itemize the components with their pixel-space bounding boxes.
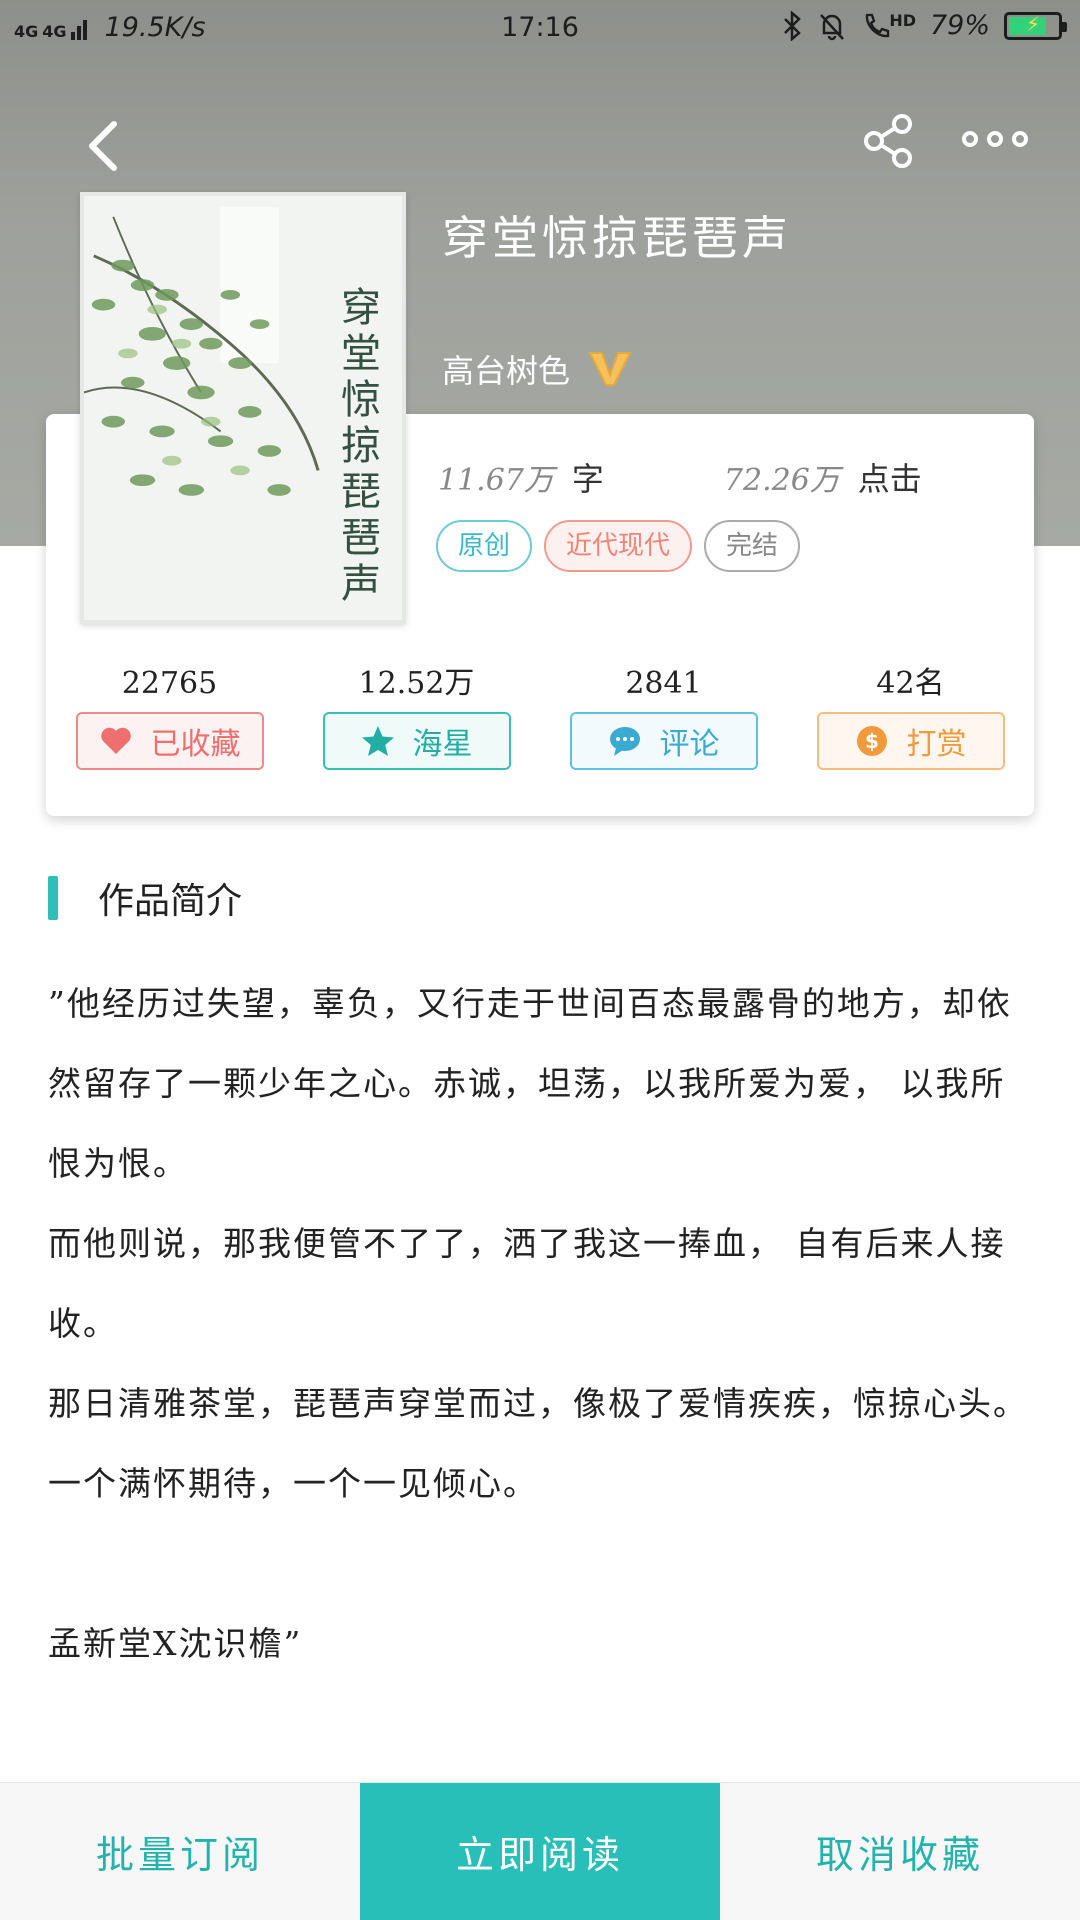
read-now-button[interactable]: 立即阅读 bbox=[360, 1783, 720, 1920]
favorite-label: 已收藏 bbox=[150, 727, 241, 762]
intro-paragraph: 而他则说，那我便管不了了，洒了我这一捧血， 自有后来人接收。 bbox=[48, 1224, 1006, 1343]
reward-label: 打赏 bbox=[906, 727, 967, 762]
comment-action: 2841 评论 bbox=[540, 664, 787, 770]
intro-section-header: 作品简介 bbox=[48, 872, 242, 924]
bluetooth-icon bbox=[784, 10, 802, 41]
clock: 17:16 bbox=[501, 12, 579, 43]
tag-list: 原创 近代现代 完结 bbox=[436, 520, 801, 572]
tag-status: 完结 bbox=[704, 520, 801, 572]
favorite-button[interactable]: 已收藏 bbox=[75, 712, 264, 770]
action-row: 22765 已收藏 12.52万 海星 2841 评论 42名 $ 打赏 bbox=[46, 664, 1034, 770]
word-count-unit: 字 bbox=[571, 460, 604, 498]
cancel-favorite-button[interactable]: 取消收藏 bbox=[720, 1783, 1080, 1920]
starfish-action: 12.52万 海星 bbox=[293, 664, 540, 770]
book-cover[interactable]: 穿堂惊掠琵琶声 bbox=[80, 192, 406, 624]
back-arrow-icon[interactable] bbox=[78, 116, 134, 176]
bottom-action-bar: 批量订阅 立即阅读 取消收藏 bbox=[0, 1782, 1080, 1920]
batch-subscribe-button[interactable]: 批量订阅 bbox=[0, 1783, 360, 1920]
reward-action: 42名 $ 打赏 bbox=[787, 664, 1034, 770]
battery-icon: ⚡ bbox=[1004, 11, 1067, 40]
reward-button[interactable]: $ 打赏 bbox=[816, 712, 1005, 770]
heart-icon bbox=[100, 727, 131, 754]
intro-spacer bbox=[48, 1524, 1028, 1604]
starfish-button[interactable]: 海星 bbox=[322, 712, 511, 770]
cover-title-text: 穿堂惊掠琵琶声 bbox=[334, 286, 380, 608]
starfish-count: 12.52万 bbox=[358, 666, 475, 701]
book-title: 穿堂惊掠琵琶声 bbox=[442, 211, 792, 265]
reward-rank: 42名 bbox=[876, 666, 945, 701]
intro-heading: 作品简介 bbox=[98, 881, 243, 922]
bell-muted-icon bbox=[820, 13, 845, 40]
hd-label: HD bbox=[889, 11, 916, 30]
intro-paragraph: 一个满怀期待，一个一见倾心。 bbox=[48, 1464, 538, 1503]
comment-button[interactable]: 评论 bbox=[569, 712, 758, 770]
starfish-label: 海星 bbox=[412, 727, 473, 762]
click-count-unit: 点击 bbox=[857, 460, 922, 498]
battery-percent: 79% bbox=[929, 10, 990, 41]
comment-label: 评论 bbox=[659, 727, 720, 762]
intro-paragraph: 孟新堂X沈识檐” bbox=[48, 1624, 303, 1663]
tag-genre[interactable]: 近代现代 bbox=[544, 520, 693, 572]
comment-icon bbox=[609, 727, 640, 756]
click-count: 72.26万 bbox=[723, 463, 840, 498]
tag-original[interactable]: 原创 bbox=[436, 520, 533, 572]
word-count: 11.67万 bbox=[438, 463, 554, 498]
coin-icon: $ bbox=[856, 726, 887, 756]
verified-author-icon bbox=[588, 352, 632, 386]
status-bar: 4G 4G 19.5K/s 17:16 HD 79% ⚡ bbox=[0, 0, 1080, 56]
author-name[interactable]: 高台树色 bbox=[442, 346, 570, 392]
favorite-count: 22765 bbox=[121, 666, 218, 701]
author-row[interactable]: 高台树色 bbox=[442, 346, 632, 392]
more-options-icon[interactable] bbox=[960, 124, 1030, 154]
svg-text:$: $ bbox=[865, 729, 879, 753]
star-icon bbox=[361, 726, 394, 756]
intro-paragraph: 那日清雅茶堂，琵琶声穿堂而过，像极了爱情疾疾，惊掠心头。 bbox=[48, 1384, 1028, 1423]
comment-count: 2841 bbox=[625, 666, 702, 701]
intro-text: ”他经历过失望，辜负，又行走于世间百态最露骨的地方，却依然留存了一颗少年之心。赤… bbox=[48, 964, 1028, 1684]
share-icon[interactable] bbox=[860, 112, 918, 170]
favorite-action: 22765 已收藏 bbox=[46, 664, 293, 770]
section-accent-bar bbox=[48, 876, 58, 920]
book-stats: 11.67万 字 72.26万 点击 bbox=[438, 454, 922, 500]
intro-paragraph: ”他经历过失望，辜负，又行走于世间百态最露骨的地方，却依然留存了一颗少年之心。赤… bbox=[48, 984, 1012, 1183]
